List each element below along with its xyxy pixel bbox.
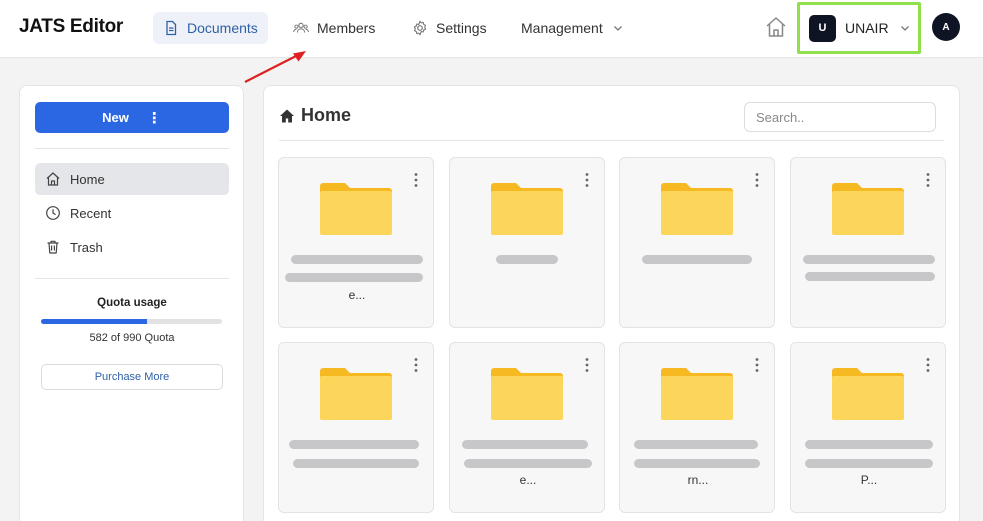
main-divider	[279, 140, 944, 141]
home-icon[interactable]	[764, 15, 788, 39]
folder-icon	[320, 183, 392, 235]
nav-management-label: Management	[521, 20, 603, 36]
sidebar-divider	[35, 278, 229, 279]
redacted-text	[462, 440, 588, 449]
redacted-text	[803, 255, 935, 264]
folder-icon	[832, 368, 904, 420]
chevron-down-icon	[900, 26, 909, 31]
folder-card[interactable]	[449, 157, 605, 328]
quota-progress-bar	[41, 319, 222, 324]
more-vertical-icon[interactable]	[584, 172, 590, 188]
nav-settings[interactable]: Settings	[402, 12, 497, 44]
sidebar-divider	[35, 148, 229, 149]
nav-settings-label: Settings	[436, 20, 487, 36]
redacted-text	[293, 459, 419, 468]
org-avatar: U	[809, 14, 836, 42]
redacted-text	[634, 440, 758, 449]
quota-progress-fill	[41, 319, 148, 324]
redacted-text	[805, 272, 935, 281]
quota-text: 582 of 990 Quota	[89, 332, 175, 344]
folder-card[interactable]	[619, 157, 775, 328]
more-vertical-icon[interactable]	[413, 357, 419, 373]
nav-management[interactable]: Management	[511, 12, 633, 44]
page-title-label: Home	[301, 105, 352, 125]
sidebar: New ⋮ Home Recent Trash Quota usage 582 …	[19, 85, 244, 521]
folder-name-tail: e...	[519, 473, 537, 487]
folder-icon	[832, 183, 904, 235]
redacted-text	[634, 459, 760, 468]
redacted-text	[805, 440, 933, 449]
folder-icon	[320, 368, 392, 420]
org-name: UNAIR	[845, 20, 889, 36]
folder-card[interactable]: e...	[449, 342, 605, 513]
more-vertical-icon[interactable]	[754, 172, 760, 188]
new-button-label: New	[102, 110, 129, 125]
folder-card[interactable]	[790, 157, 946, 328]
annotation-arrow	[244, 51, 306, 83]
main-panel: Home e... e... rn... P...	[263, 85, 960, 521]
home-icon	[280, 109, 294, 122]
more-vertical-icon[interactable]	[925, 172, 931, 188]
folder-icon	[491, 368, 563, 420]
nav-documents-label: Documents	[187, 20, 258, 36]
search-input[interactable]	[744, 102, 936, 132]
more-vertical-icon[interactable]	[925, 357, 931, 373]
organization-switcher[interactable]: U UNAIR	[797, 2, 921, 54]
sidebar-item-label: Home	[70, 171, 105, 187]
folder-icon	[661, 368, 733, 420]
page-title: Home	[279, 105, 351, 126]
sidebar-item-home[interactable]: Home	[35, 163, 229, 195]
app-brand[interactable]: JATS Editor	[19, 16, 123, 38]
redacted-text	[289, 440, 419, 449]
quota-title: Quota usage	[97, 297, 167, 309]
folder-name-tail: rn...	[687, 473, 709, 487]
members-icon	[293, 22, 309, 33]
home-icon	[46, 172, 60, 186]
folder-name-tail: P...	[860, 473, 878, 487]
nav-documents[interactable]: Documents	[153, 12, 268, 44]
folder-icon	[491, 183, 563, 235]
more-vertical-icon[interactable]	[584, 357, 590, 373]
sidebar-item-label: Trash	[70, 239, 103, 255]
folder-name-tail: e...	[348, 288, 366, 302]
sidebar-item-trash[interactable]: Trash	[35, 231, 229, 263]
redacted-text	[805, 459, 933, 468]
redacted-text	[291, 255, 423, 264]
folder-card[interactable]	[278, 342, 434, 513]
more-vertical-icon[interactable]: ⋮	[147, 109, 162, 127]
sidebar-item-recent[interactable]: Recent	[35, 197, 229, 229]
trash-icon	[47, 240, 59, 254]
chevron-down-icon	[613, 26, 622, 31]
redacted-text	[642, 255, 752, 264]
folder-card[interactable]: e...	[278, 157, 434, 328]
more-vertical-icon[interactable]	[413, 172, 419, 188]
folder-card[interactable]: P...	[790, 342, 946, 513]
purchase-more-button[interactable]: Purchase More	[41, 364, 223, 390]
folder-icon	[661, 183, 733, 235]
nav-members-label: Members	[317, 20, 376, 36]
redacted-text	[285, 273, 423, 282]
sidebar-item-label: Recent	[70, 205, 112, 221]
gear-icon	[413, 20, 427, 36]
redacted-text	[464, 459, 592, 468]
folder-card[interactable]: rn...	[619, 342, 775, 513]
top-header: JATS Editor Documents Members Settings M…	[0, 0, 983, 58]
nav-members[interactable]: Members	[283, 12, 385, 44]
new-button[interactable]: New ⋮	[35, 102, 229, 133]
redacted-text	[496, 255, 558, 264]
clock-icon	[46, 206, 60, 220]
user-avatar[interactable]: A	[932, 13, 960, 41]
more-vertical-icon[interactable]	[754, 357, 760, 373]
document-icon	[166, 20, 177, 36]
